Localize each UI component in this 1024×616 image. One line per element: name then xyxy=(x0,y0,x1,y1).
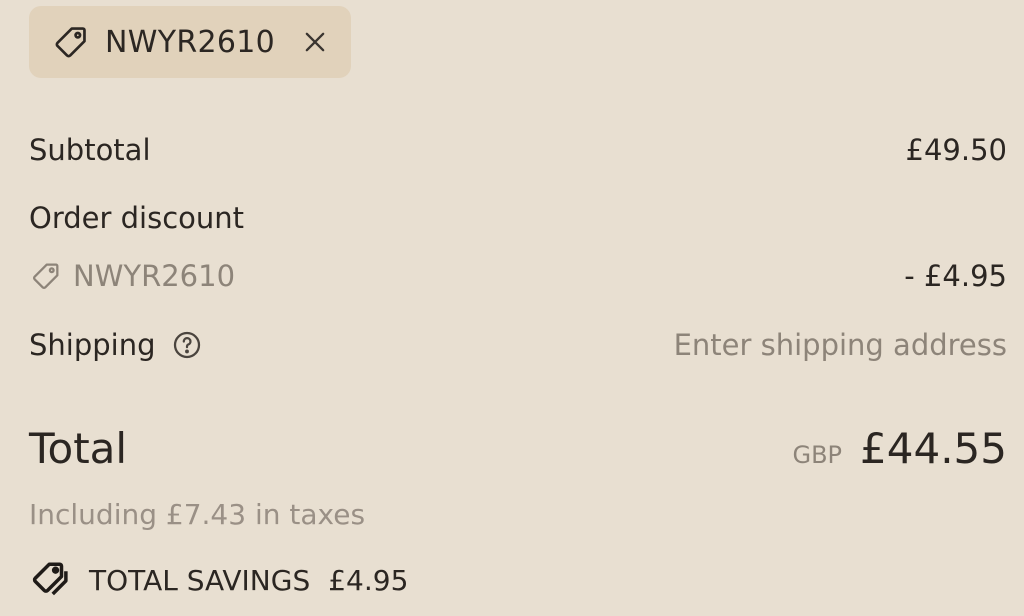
order-discount-row: Order discount xyxy=(29,201,1007,235)
discount-code-chip: NWYR2610 xyxy=(29,6,351,78)
remove-discount-button[interactable] xyxy=(299,26,331,58)
discount-code-label: NWYR2610 xyxy=(73,259,236,293)
subtotal-value: £49.50 xyxy=(905,133,1007,167)
total-savings-label: TOTAL SAVINGS xyxy=(89,563,311,597)
close-icon[interactable] xyxy=(301,28,329,56)
tag-icon xyxy=(29,259,63,293)
discount-code-text: NWYR2610 xyxy=(105,24,276,60)
shipping-row: Shipping Enter shipping address xyxy=(29,328,1007,362)
subtotal-row: Subtotal £49.50 xyxy=(29,133,1007,167)
question-circle-icon[interactable] xyxy=(170,328,204,362)
discount-value: - £4.95 xyxy=(904,259,1007,293)
total-currency: GBP xyxy=(792,441,843,469)
tags-icon xyxy=(29,558,73,602)
discount-code-row: NWYR2610 - £4.95 xyxy=(29,259,1007,293)
tax-note: Including £7.43 in taxes xyxy=(29,498,366,531)
shipping-value: Enter shipping address xyxy=(673,328,1007,362)
shipping-label: Shipping xyxy=(29,328,156,362)
tag-icon xyxy=(51,22,91,62)
order-discount-label: Order discount xyxy=(29,201,245,235)
total-value: £44.55 xyxy=(860,424,1007,473)
total-label: Total xyxy=(29,424,128,473)
subtotal-label: Subtotal xyxy=(29,133,151,167)
total-savings: TOTAL SAVINGS £4.95 xyxy=(29,558,408,602)
total-row: Total GBP £44.55 xyxy=(29,424,1007,473)
total-savings-value: £4.95 xyxy=(328,563,409,597)
